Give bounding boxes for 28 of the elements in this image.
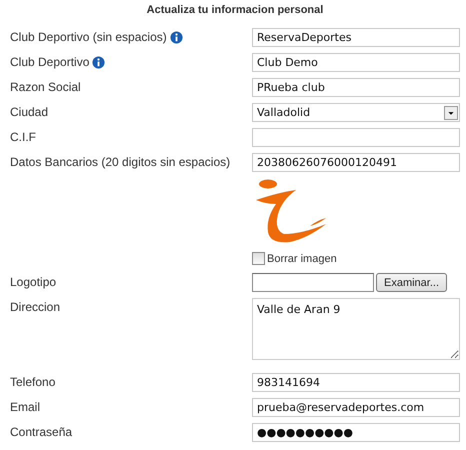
field-label: Ciudad bbox=[10, 105, 48, 119]
field-label: Contraseña bbox=[10, 425, 72, 439]
checkbox-label: Borrar imagen bbox=[267, 252, 337, 264]
city-dropdown[interactable]: Valladolid bbox=[252, 103, 460, 122]
text-field[interactable]: PRueba club bbox=[252, 78, 460, 97]
field-label: Club Deportivo bbox=[10, 55, 90, 69]
field-label: C.I.F bbox=[10, 130, 36, 144]
text-field[interactable]: prueba@reservadeportes.com bbox=[252, 398, 460, 417]
text-field[interactable] bbox=[252, 128, 460, 147]
text-field[interactable]: Club Demo bbox=[252, 53, 460, 72]
field-label: Direccion bbox=[10, 300, 60, 314]
form-title: Actualiza tu informacion personal bbox=[146, 4, 324, 16]
field-label: Club Deportivo (sin espacios) bbox=[10, 30, 167, 44]
text-field[interactable]: 20380626076000120491 bbox=[252, 153, 460, 172]
text-field[interactable]: ●●●●●●●●●● bbox=[252, 423, 460, 442]
field-label: Email bbox=[10, 400, 40, 414]
info-icon[interactable] bbox=[92, 56, 106, 68]
text-field[interactable]: 983141694 bbox=[252, 373, 460, 392]
browse-button[interactable]: Examinar... bbox=[376, 273, 447, 292]
field-label: Razon Social bbox=[10, 80, 81, 94]
field-label: Logotipo bbox=[10, 275, 56, 289]
text-field[interactable]: ReservaDeportes bbox=[252, 28, 460, 47]
field-label: Datos Bancarios (20 digitos sin espacios) bbox=[10, 155, 230, 169]
file-path-field[interactable] bbox=[252, 273, 374, 292]
field-label: Telefono bbox=[10, 375, 56, 389]
checkbox[interactable] bbox=[252, 252, 265, 265]
info-icon[interactable] bbox=[170, 30, 183, 44]
address-field[interactable]: Valle de Aran 9 bbox=[252, 298, 460, 360]
